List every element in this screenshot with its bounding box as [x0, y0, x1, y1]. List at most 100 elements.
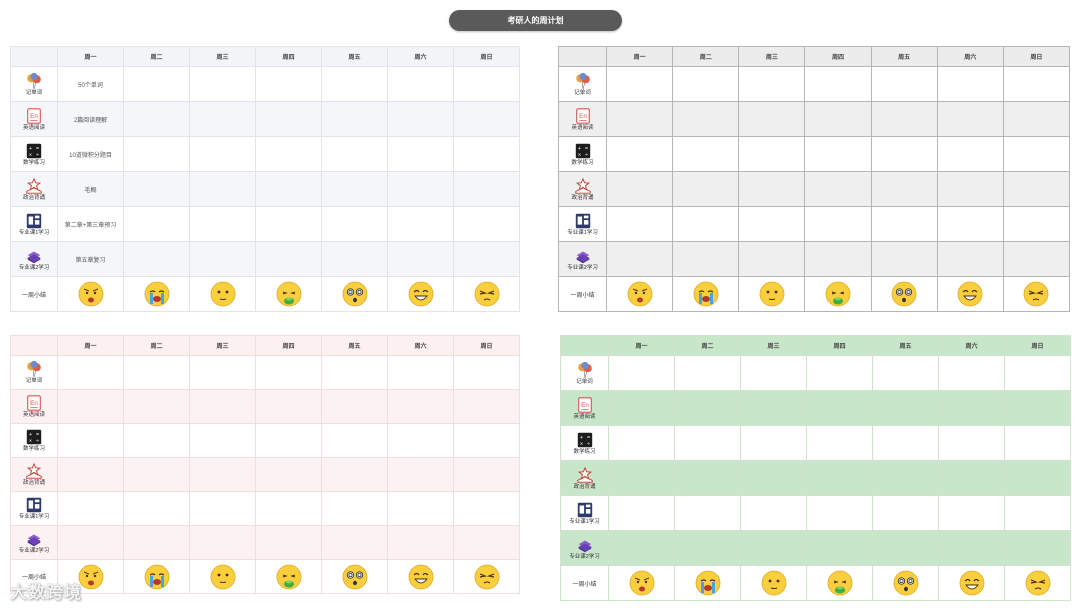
plan-cell[interactable] — [453, 423, 520, 458]
summary-mood-cell[interactable] — [123, 276, 190, 312]
summary-mood-cell[interactable] — [255, 559, 322, 594]
plan-cell[interactable] — [255, 66, 322, 102]
plan-cell[interactable] — [1004, 425, 1071, 461]
plan-cell[interactable] — [255, 389, 322, 424]
plan-cell[interactable] — [255, 171, 322, 207]
plan-cell[interactable] — [740, 355, 807, 391]
plan-cell[interactable] — [453, 355, 520, 390]
plan-cell[interactable] — [870, 206, 938, 242]
plan-cell[interactable] — [453, 206, 520, 242]
summary-mood-cell[interactable] — [738, 276, 806, 312]
plan-cell[interactable] — [123, 457, 190, 492]
summary-mood-cell[interactable] — [189, 276, 256, 312]
plan-cell[interactable]: 毛概 — [57, 171, 124, 207]
plan-cell[interactable] — [606, 171, 674, 207]
plan-cell[interactable] — [936, 171, 1004, 207]
plan-cell[interactable] — [57, 355, 124, 390]
plan-cell[interactable] — [938, 425, 1005, 461]
plan-cell[interactable] — [806, 425, 873, 461]
plan-cell[interactable] — [255, 101, 322, 137]
plan-cell[interactable] — [672, 66, 740, 102]
plan-cell[interactable] — [674, 390, 741, 426]
plan-cell[interactable] — [189, 525, 256, 560]
plan-cell[interactable]: 第五章复习 — [57, 241, 124, 277]
plan-cell[interactable] — [870, 241, 938, 277]
summary-mood-cell[interactable] — [387, 559, 454, 594]
plan-cell[interactable] — [387, 457, 454, 492]
plan-cell[interactable] — [872, 425, 939, 461]
plan-cell[interactable] — [738, 241, 806, 277]
plan-cell[interactable] — [387, 241, 454, 277]
summary-mood-cell[interactable] — [387, 276, 454, 312]
plan-cell[interactable] — [387, 101, 454, 137]
plan-cell[interactable] — [740, 425, 807, 461]
plan-cell[interactable] — [740, 390, 807, 426]
plan-cell[interactable] — [804, 101, 872, 137]
plan-cell[interactable] — [453, 525, 520, 560]
plan-cell[interactable] — [674, 355, 741, 391]
plan-cell[interactable] — [189, 136, 256, 172]
plan-cell[interactable] — [255, 241, 322, 277]
plan-cell[interactable] — [189, 457, 256, 492]
plan-cell[interactable] — [453, 389, 520, 424]
summary-mood-cell[interactable] — [606, 276, 674, 312]
plan-cell[interactable] — [123, 491, 190, 526]
plan-cell[interactable] — [936, 241, 1004, 277]
plan-cell[interactable] — [738, 101, 806, 137]
plan-cell[interactable] — [387, 389, 454, 424]
plan-cell[interactable] — [938, 495, 1005, 531]
plan-cell[interactable] — [1002, 101, 1071, 137]
plan-cell[interactable] — [123, 241, 190, 277]
plan-cell[interactable]: 2篇阅读理解 — [57, 101, 124, 137]
plan-cell[interactable] — [321, 241, 388, 277]
plan-cell[interactable] — [1002, 66, 1071, 102]
plan-cell[interactable] — [321, 206, 388, 242]
plan-cell[interactable] — [453, 101, 520, 137]
plan-cell[interactable] — [321, 171, 388, 207]
plan-cell[interactable] — [387, 525, 454, 560]
plan-cell[interactable] — [674, 530, 741, 566]
plan-cell[interactable] — [936, 66, 1004, 102]
plan-cell[interactable] — [672, 101, 740, 137]
plan-cell[interactable] — [189, 171, 256, 207]
plan-cell[interactable] — [1004, 495, 1071, 531]
plan-cell[interactable] — [321, 525, 388, 560]
plan-cell[interactable] — [123, 423, 190, 458]
plan-cell[interactable] — [872, 390, 939, 426]
plan-cell[interactable] — [606, 101, 674, 137]
plan-cell[interactable] — [1002, 136, 1071, 172]
plan-cell[interactable] — [674, 495, 741, 531]
summary-mood-cell[interactable] — [740, 565, 807, 601]
plan-cell[interactable] — [453, 136, 520, 172]
plan-cell[interactable] — [872, 530, 939, 566]
summary-mood-cell[interactable] — [804, 276, 872, 312]
plan-cell[interactable] — [738, 136, 806, 172]
plan-cell[interactable] — [674, 460, 741, 496]
plan-cell[interactable] — [872, 460, 939, 496]
plan-cell[interactable] — [806, 355, 873, 391]
plan-cell[interactable] — [740, 530, 807, 566]
plan-cell[interactable] — [321, 457, 388, 492]
plan-cell[interactable] — [606, 241, 674, 277]
plan-cell[interactable] — [870, 66, 938, 102]
plan-cell[interactable] — [189, 491, 256, 526]
plan-cell[interactable] — [453, 457, 520, 492]
plan-cell[interactable] — [672, 136, 740, 172]
plan-cell[interactable] — [606, 136, 674, 172]
summary-mood-cell[interactable] — [57, 276, 124, 312]
plan-cell[interactable] — [255, 423, 322, 458]
plan-cell[interactable] — [606, 206, 674, 242]
summary-mood-cell[interactable] — [255, 276, 322, 312]
plan-cell[interactable] — [321, 423, 388, 458]
plan-cell[interactable] — [255, 525, 322, 560]
plan-cell[interactable] — [321, 66, 388, 102]
summary-mood-cell[interactable] — [453, 276, 520, 312]
summary-mood-cell[interactable] — [674, 565, 741, 601]
plan-cell[interactable] — [123, 171, 190, 207]
summary-mood-cell[interactable] — [672, 276, 740, 312]
summary-mood-cell[interactable] — [870, 276, 938, 312]
plan-cell[interactable] — [321, 101, 388, 137]
plan-cell[interactable] — [57, 389, 124, 424]
plan-cell[interactable] — [255, 457, 322, 492]
plan-cell[interactable] — [387, 171, 454, 207]
